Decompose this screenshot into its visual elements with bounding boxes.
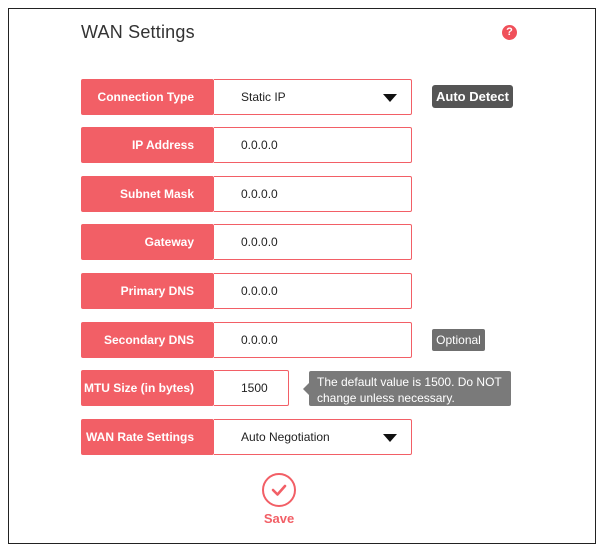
- ip-address-input[interactable]: 0.0.0.0: [214, 127, 412, 163]
- mtu-hint-tooltip: The default value is 1500. Do NOT change…: [303, 371, 511, 406]
- wan-rate-select[interactable]: Auto Negotiation: [214, 419, 412, 455]
- gateway-label: Gateway: [81, 224, 214, 260]
- wan-rate-value: Auto Negotiation: [241, 430, 330, 444]
- chevron-down-icon: [383, 94, 397, 102]
- connection-type-value: Static IP: [241, 90, 286, 104]
- gateway-input[interactable]: 0.0.0.0: [214, 224, 412, 260]
- chevron-down-icon: [383, 434, 397, 442]
- question-mark-icon[interactable]: ?: [502, 25, 517, 40]
- page-title: WAN Settings: [81, 22, 195, 42]
- save-button[interactable]: Save: [257, 473, 301, 526]
- auto-detect-button[interactable]: Auto Detect: [432, 85, 513, 108]
- connection-type-select[interactable]: Static IP: [214, 79, 412, 115]
- secondary-dns-label: Secondary DNS: [81, 322, 214, 358]
- secondary-dns-input[interactable]: 0.0.0.0: [214, 322, 412, 358]
- optional-badge: Optional: [432, 329, 485, 351]
- mtu-label: MTU Size (in bytes): [81, 370, 214, 406]
- mtu-input[interactable]: 1500: [214, 370, 289, 406]
- checkmark-icon: [262, 473, 296, 507]
- primary-dns-input[interactable]: 0.0.0.0: [214, 273, 412, 309]
- save-label: Save: [263, 511, 295, 526]
- subnet-mask-input[interactable]: 0.0.0.0: [214, 176, 412, 212]
- ip-address-label: IP Address: [81, 127, 214, 163]
- primary-dns-label: Primary DNS: [81, 273, 214, 309]
- subnet-mask-label: Subnet Mask: [81, 176, 214, 212]
- connection-type-label: Connection Type: [81, 79, 214, 115]
- wan-rate-label: WAN Rate Settings: [81, 419, 214, 455]
